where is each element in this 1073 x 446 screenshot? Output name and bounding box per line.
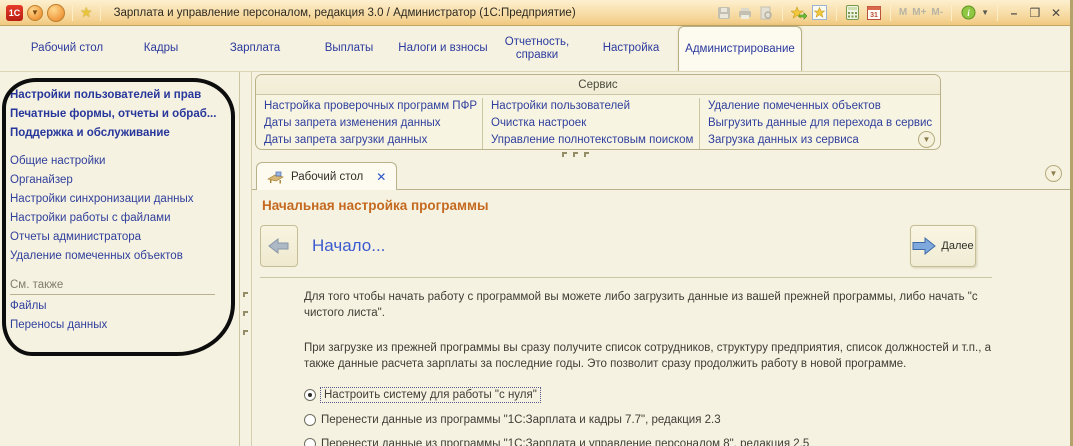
memory-m-button[interactable]: M bbox=[899, 7, 907, 18]
next-button[interactable]: Далее bbox=[910, 225, 976, 267]
service-link-edit-prohibit-dates[interactable]: Даты запрета изменения данных bbox=[264, 115, 474, 132]
intro-paragraph: Для того чтобы начать работу с программо… bbox=[304, 290, 1004, 321]
tab-nastroyka[interactable]: Настройка bbox=[584, 26, 678, 71]
sidebar-item-file-settings[interactable]: Настройки работы с файлами bbox=[10, 209, 239, 228]
service-panel-title: Сервис bbox=[256, 75, 940, 95]
tab-close-icon[interactable]: ✕ bbox=[376, 170, 386, 184]
back-button[interactable] bbox=[260, 225, 298, 267]
separator bbox=[72, 5, 73, 21]
tab-kadry[interactable]: Кадры bbox=[114, 26, 208, 71]
sidebar-item-organizer[interactable]: Органайзер bbox=[10, 171, 239, 190]
back-arrow-icon bbox=[268, 236, 290, 256]
start-mode-options: Настроить систему для работы "с нуля" Пе… bbox=[304, 388, 1000, 446]
setup-wizard: Начальная настройка программы Начало... … bbox=[260, 194, 1000, 446]
radio-unselected-icon[interactable] bbox=[304, 438, 316, 446]
service-link-delete-marked[interactable]: Удаление помеченных объектов bbox=[708, 98, 931, 115]
print-preview-icon[interactable] bbox=[758, 5, 774, 21]
divider bbox=[260, 277, 992, 278]
separator bbox=[951, 5, 952, 21]
sidebar-item-data-transfers[interactable]: Переносы данных bbox=[10, 316, 239, 335]
calendar-icon[interactable]: 31 bbox=[866, 5, 882, 21]
desktop-icon bbox=[267, 170, 284, 184]
system-menu-dropdown-icon[interactable]: ▼ bbox=[27, 5, 43, 21]
admin-sidebar: Настройки пользователей и прав Печатные … bbox=[0, 72, 240, 446]
separator bbox=[890, 5, 891, 21]
sidebar-item-user-rights[interactable]: Настройки пользователей и прав bbox=[10, 86, 239, 105]
sidebar-item-admin-reports[interactable]: Отчеты администратора bbox=[10, 228, 239, 247]
radio-label: Настроить систему для работы "с нуля" bbox=[321, 388, 540, 402]
favorites-go-icon[interactable] bbox=[791, 5, 807, 21]
separator bbox=[100, 5, 101, 21]
main-menu-icon[interactable] bbox=[47, 4, 65, 22]
separator bbox=[997, 5, 998, 21]
service-link-clear-settings[interactable]: Очистка настроек bbox=[491, 115, 691, 132]
window-list-dropdown-icon[interactable]: ▼ bbox=[1045, 165, 1062, 182]
sidebar-item-general-settings[interactable]: Общие настройки bbox=[10, 152, 239, 171]
step-title: Начало... bbox=[312, 236, 910, 256]
tab-otchetnost-spravki[interactable]: Отчетность, справки bbox=[490, 26, 584, 71]
favorites-star-icon[interactable]: ★ bbox=[80, 4, 93, 21]
see-also-header: См. также bbox=[10, 276, 215, 295]
radio-option-from-scratch[interactable]: Настроить систему для работы "с нуля" bbox=[304, 388, 1000, 402]
service-link-import-from-service[interactable]: Загрузка данных из сервиса bbox=[708, 132, 931, 149]
service-link-load-prohibit-dates[interactable]: Даты запрета загрузки данных bbox=[264, 132, 474, 149]
document-tab-strip: Рабочий стол ✕ ▼ bbox=[252, 160, 1070, 190]
favorites-add-icon[interactable] bbox=[812, 5, 828, 21]
window-titlebar: 1С ▼ ★ Зарплата и управление персоналом,… bbox=[0, 0, 1070, 26]
service-link-pfr-check[interactable]: Настройка проверочных программ ПФР bbox=[264, 98, 474, 115]
info-dropdown-icon[interactable]: ▼ bbox=[981, 8, 989, 17]
tab-vyplaty[interactable]: Выплаты bbox=[302, 26, 396, 71]
radio-unselected-icon[interactable] bbox=[304, 414, 316, 426]
info-icon[interactable]: i bbox=[960, 5, 976, 21]
tab-administrirovanie[interactable]: Администрирование bbox=[678, 26, 802, 71]
next-button-label: Далее bbox=[941, 240, 973, 252]
radio-selected-icon[interactable] bbox=[304, 389, 316, 401]
main-area: Сервис Настройка проверочных программ ПФ… bbox=[252, 72, 1070, 446]
page-title: Начальная настройка программы bbox=[262, 198, 1000, 213]
separator bbox=[836, 5, 837, 21]
radio-label: Перенести данные из программы "1С:Зарпла… bbox=[321, 414, 721, 426]
service-link-fulltext-search[interactable]: Управление полнотекстовым поиском bbox=[491, 132, 691, 149]
service-link-user-settings[interactable]: Настройки пользователей bbox=[491, 98, 691, 115]
description-paragraph: При загрузке из прежней программы вы сра… bbox=[304, 341, 1004, 372]
service-panel: Сервис Настройка проверочных программ ПФ… bbox=[255, 74, 941, 150]
separator bbox=[782, 5, 783, 21]
sidebar-item-sync-settings[interactable]: Настройки синхронизации данных bbox=[10, 190, 239, 209]
minimize-button[interactable]: – bbox=[1006, 6, 1022, 20]
memory-m-minus-button[interactable]: M- bbox=[931, 7, 943, 18]
tab-nalogi-vznosy[interactable]: Налоги и взносы bbox=[396, 26, 490, 71]
save-icon[interactable] bbox=[716, 5, 732, 21]
tab-desktop-document[interactable]: Рабочий стол ✕ bbox=[256, 162, 397, 190]
next-arrow-icon bbox=[912, 235, 936, 257]
sidebar-item-files[interactable]: Файлы bbox=[10, 297, 239, 316]
service-link-export-to-service[interactable]: Выгрузить данные для перехода в сервис bbox=[708, 115, 931, 132]
document-tab-label: Рабочий стол bbox=[291, 171, 363, 183]
sidebar-item-delete-marked[interactable]: Удаление помеченных объектов bbox=[10, 247, 239, 266]
1c-logo-icon: 1С bbox=[6, 5, 23, 21]
close-button[interactable]: ✕ bbox=[1048, 6, 1064, 20]
print-icon[interactable] bbox=[737, 5, 753, 21]
sidebar-splitter[interactable] bbox=[240, 72, 252, 446]
sidebar-item-support[interactable]: Поддержка и обслуживание bbox=[10, 124, 239, 143]
radio-label: Перенести данные из программы "1С:Зарпла… bbox=[321, 438, 809, 446]
tab-rabochiy-stol[interactable]: Рабочий стол bbox=[20, 26, 114, 71]
calculator-icon[interactable] bbox=[845, 5, 861, 21]
sidebar-item-print-forms[interactable]: Печатные формы, отчеты и обраб... bbox=[10, 105, 239, 124]
service-more-dropdown-icon[interactable]: ▼ bbox=[918, 131, 935, 148]
panel-splitter[interactable] bbox=[562, 152, 589, 157]
maximize-button[interactable]: ❒ bbox=[1027, 6, 1043, 20]
radio-option-migrate-77[interactable]: Перенести данные из программы "1С:Зарпла… bbox=[304, 414, 1000, 426]
radio-option-migrate-8[interactable]: Перенести данные из программы "1С:Зарпла… bbox=[304, 438, 1000, 446]
section-tab-bar: Рабочий стол Кадры Зарплата Выплаты Нало… bbox=[0, 26, 1070, 72]
calendar-day: 31 bbox=[870, 12, 878, 19]
memory-m-plus-button[interactable]: M+ bbox=[912, 7, 926, 18]
window-title: Зарплата и управление персоналом, редакц… bbox=[114, 7, 712, 19]
tab-zarplata[interactable]: Зарплата bbox=[208, 26, 302, 71]
